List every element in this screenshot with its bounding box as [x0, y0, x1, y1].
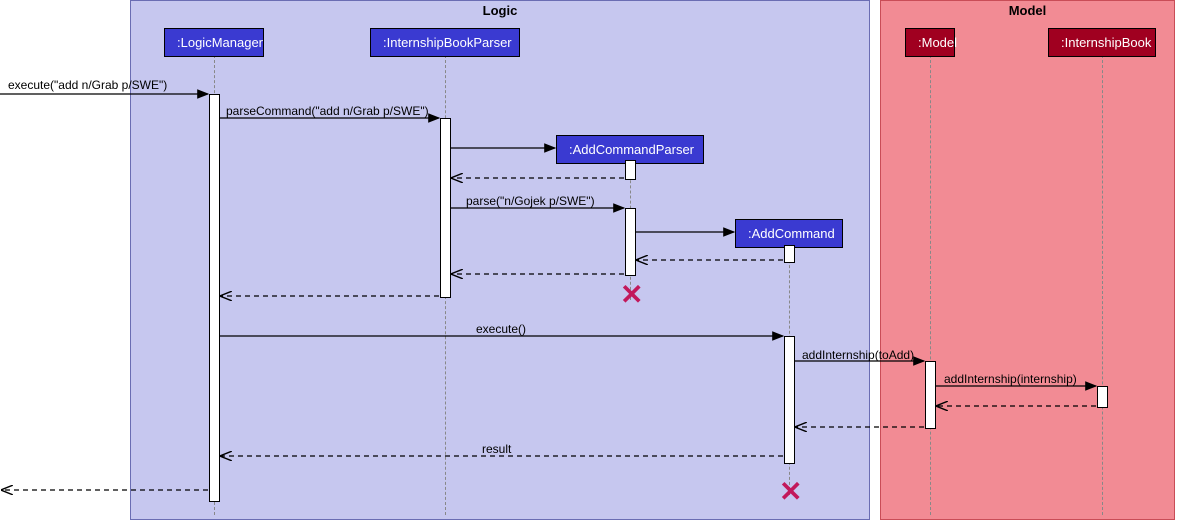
- msg-execute2: execute(): [476, 322, 526, 336]
- frame-logic-label: Logic: [483, 1, 518, 20]
- activation-addcmdparser-1: [625, 160, 636, 180]
- lifeline-model: [930, 55, 931, 515]
- msg-execute-in: execute("add n/Grab p/SWE"): [8, 78, 167, 92]
- activation-model: [925, 361, 936, 429]
- frame-model-label: Model: [1009, 1, 1047, 20]
- activation-addcmd-2: [784, 336, 795, 464]
- msg-addinternship1: addInternship(toAdd): [802, 348, 914, 362]
- msg-parse: parse("n/Gojek p/SWE"): [466, 194, 595, 208]
- destroy-addcmdparser: ✕: [620, 278, 643, 311]
- destroy-addcmd: ✕: [779, 475, 802, 508]
- activation-addcmd-1: [784, 245, 795, 263]
- activation-internshipbook: [1097, 386, 1108, 408]
- sequence-diagram: Logic Model :LogicManager :InternshipBoo…: [0, 0, 1178, 524]
- lifeline-internshipbook: [1102, 55, 1103, 515]
- activation-logicmanager: [209, 94, 220, 502]
- activation-addcmdparser-2: [625, 208, 636, 276]
- participant-model: :Model: [905, 28, 955, 57]
- participant-internshipbook: :InternshipBook: [1048, 28, 1156, 57]
- msg-parsecommand: parseCommand("add n/Grab p/SWE"): [226, 104, 429, 118]
- participant-ibparser: :InternshipBookParser: [370, 28, 520, 57]
- participant-addcmd: :AddCommand: [735, 219, 843, 248]
- frame-model: Model: [880, 0, 1175, 520]
- activation-ibparser: [440, 118, 451, 298]
- participant-logicmanager: :LogicManager: [164, 28, 264, 57]
- msg-addinternship2: addInternship(internship): [944, 372, 1077, 386]
- msg-result: result: [482, 442, 511, 456]
